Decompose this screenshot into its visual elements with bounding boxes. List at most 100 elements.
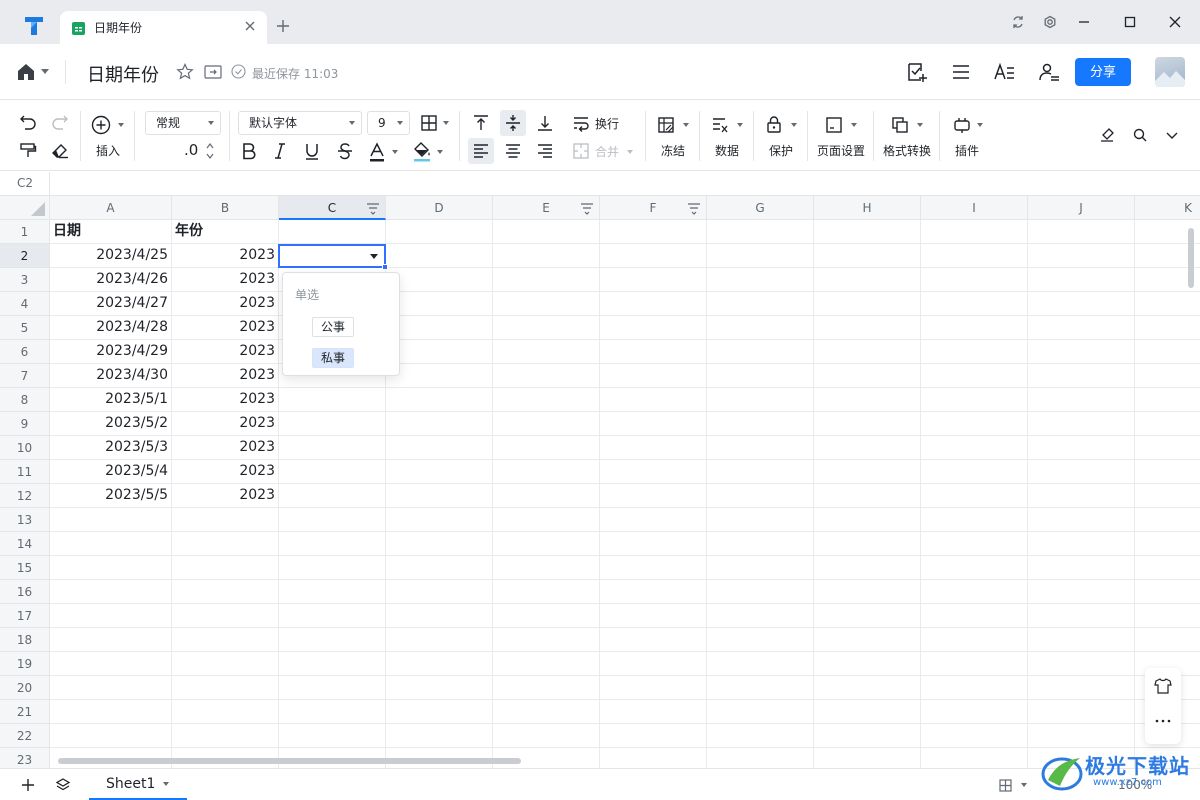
brush-icon[interactable] [1099,127,1115,143]
cell[interactable]: 2023/4/26 [50,268,172,292]
cell[interactable] [600,532,707,556]
cell[interactable] [921,604,1028,628]
cell[interactable] [279,676,386,700]
cell[interactable] [1028,436,1135,460]
cell[interactable] [386,580,493,604]
cell[interactable] [921,532,1028,556]
cell[interactable] [921,748,1028,768]
cell[interactable] [921,628,1028,652]
add-sheet-icon[interactable] [21,778,35,792]
cell[interactable] [493,292,600,316]
cell[interactable] [279,436,386,460]
cell[interactable]: 2023/5/1 [50,388,172,412]
cell[interactable] [814,340,921,364]
cell[interactable] [814,748,921,768]
row-header[interactable]: 19 [0,652,50,676]
selected-cell[interactable] [278,244,388,270]
fill-color-icon[interactable] [413,142,431,162]
cell[interactable] [493,364,600,388]
align-right-icon[interactable] [536,142,554,160]
cell[interactable] [386,604,493,628]
cell[interactable] [386,484,493,508]
cell[interactable] [921,388,1028,412]
cell[interactable] [493,436,600,460]
cell[interactable] [707,724,814,748]
cell[interactable] [921,580,1028,604]
cell[interactable] [707,652,814,676]
cell[interactable] [1028,700,1135,724]
cell[interactable] [707,580,814,604]
row-header[interactable]: 7 [0,364,50,388]
chevron-down-icon[interactable] [392,150,398,154]
cell[interactable] [386,508,493,532]
cell[interactable] [921,436,1028,460]
cell[interactable] [1135,292,1200,316]
number-format-select[interactable]: 常规 [145,111,221,135]
cell[interactable] [814,532,921,556]
maximize-icon[interactable] [1122,14,1138,30]
row-header[interactable]: 18 [0,628,50,652]
home-icon[interactable] [16,62,36,82]
cell[interactable] [1135,604,1200,628]
cell[interactable] [386,700,493,724]
cell[interactable] [814,412,921,436]
sheet-tab[interactable]: Sheet1 [89,769,187,800]
data-label[interactable]: 数据 [715,142,739,159]
cell[interactable] [279,724,386,748]
text-style-icon[interactable] [993,61,1015,83]
cell[interactable] [814,700,921,724]
cell[interactable] [921,676,1028,700]
cell[interactable] [1028,724,1135,748]
cell[interactable] [50,700,172,724]
cell[interactable] [50,508,172,532]
page-setup-label[interactable]: 页面设置 [817,142,865,159]
cell[interactable] [386,460,493,484]
spreadsheet-grid[interactable]: A B C D E F G H I J K 1 日期 年份 2 2023/4/25 2023 3 2023/4/26… [0,196,1200,768]
column-header[interactable]: G [707,196,814,220]
cell[interactable] [172,724,279,748]
cell[interactable] [1028,412,1135,436]
cell[interactable] [1028,220,1135,244]
decimal-stepper-icon[interactable] [205,141,215,161]
row-header[interactable]: 14 [0,532,50,556]
cell[interactable] [707,676,814,700]
share-button[interactable]: 分享 [1075,58,1131,86]
cell[interactable] [707,220,814,244]
cell[interactable] [707,532,814,556]
cell[interactable] [386,532,493,556]
cell[interactable] [279,388,386,412]
cell[interactable] [1028,676,1135,700]
cell[interactable] [814,508,921,532]
cell[interactable] [493,340,600,364]
row-header[interactable]: 21 [0,700,50,724]
cell[interactable] [386,220,493,244]
search-icon[interactable] [1132,127,1148,143]
insert-label[interactable]: 插入 [96,142,120,159]
cell[interactable] [707,316,814,340]
cell[interactable] [1028,508,1135,532]
font-color-icon[interactable] [369,142,385,162]
strikethrough-icon[interactable] [337,142,353,160]
cell[interactable] [600,292,707,316]
column-header[interactable]: J [1028,196,1135,220]
cell[interactable] [707,340,814,364]
chevron-down-icon[interactable] [1021,783,1027,787]
row-header[interactable]: 13 [0,508,50,532]
cell[interactable] [279,508,386,532]
insert-icon[interactable] [91,115,111,135]
cell[interactable] [814,364,921,388]
cell[interactable] [50,604,172,628]
document-title[interactable]: 日期年份 [87,61,159,87]
cell[interactable] [921,364,1028,388]
cell[interactable] [1135,556,1200,580]
cell[interactable] [493,676,600,700]
cell[interactable] [493,460,600,484]
clear-format-icon[interactable] [51,142,69,159]
dropdown-option-highlighted[interactable]: 私事 [312,348,355,368]
redo-icon[interactable] [51,114,69,130]
cell[interactable] [1135,436,1200,460]
cell[interactable] [921,412,1028,436]
plugin-icon[interactable] [953,116,971,134]
cell[interactable]: 2023 [172,292,279,316]
format-convert-label[interactable]: 格式转换 [883,142,931,159]
